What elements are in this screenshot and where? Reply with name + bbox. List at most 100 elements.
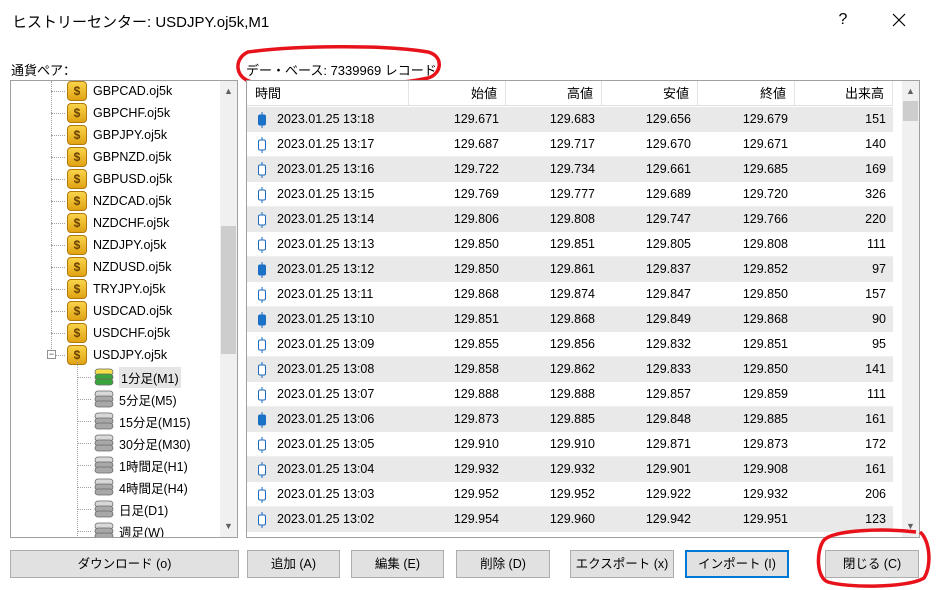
dollar-coin-icon: $ <box>67 103 87 123</box>
table-row[interactable]: 2023.01.25 13:07 129.888 129.888 129.857 129… <box>247 382 893 407</box>
time-cell: 2023.01.25 13:16 <box>247 157 409 182</box>
column-header[interactable]: 出来高 <box>795 81 893 106</box>
tree-symbol-item[interactable]: $ USDCHF.oj5k <box>67 322 170 344</box>
tree-branch-line <box>51 179 65 180</box>
tree-symbol-item[interactable]: $ NZDJPY.oj5k <box>67 234 166 256</box>
close-dialog-button[interactable]: 閉じる (C) <box>825 550 919 578</box>
tree-symbol-item[interactable]: $ TRYJPY.oj5k <box>67 278 166 300</box>
history-table[interactable]: 時間 始値 高値 安値 終値 出来高 2023.01.25 13:18 129.671 129… <box>246 80 920 538</box>
high-cell: 129.808 <box>506 207 602 232</box>
time-value: 2023.01.25 13:11 <box>277 287 374 301</box>
table-row[interactable]: 2023.01.25 13:06 129.873 129.885 129.848 129… <box>247 407 893 432</box>
table-row[interactable]: 2023.01.25 13:02 129.954 129.960 129.942 129… <box>247 507 893 532</box>
tree-symbol-label: USDJPY.oj5k <box>93 348 168 362</box>
add-button[interactable]: 追加 (A) <box>247 550 340 578</box>
table-scroll-thumb[interactable] <box>903 101 918 121</box>
tree-scroll-up-arrow[interactable]: ▲ <box>220 83 237 100</box>
table-row[interactable]: 2023.01.25 13:05 129.910 129.910 129.871 129… <box>247 432 893 457</box>
tree-timeframe-item[interactable]: 1時間足(H1) <box>93 454 188 476</box>
dollar-coin-icon: $ <box>67 147 87 167</box>
tree-symbol-item[interactable]: $ GBPNZD.oj5k <box>67 146 172 168</box>
time-cell: 2023.01.25 13:14 <box>247 207 409 232</box>
table-row[interactable]: 2023.01.25 13:03 129.952 129.952 129.922 129… <box>247 482 893 507</box>
low-cell: 129.805 <box>645 237 691 251</box>
table-row[interactable]: 2023.01.25 13:08 129.858 129.862 129.833 129… <box>247 357 893 382</box>
tree-symbol-item[interactable]: $ NZDCHF.oj5k <box>67 212 169 234</box>
bearish-candle-icon <box>258 486 266 503</box>
tree-branch-line <box>77 531 91 532</box>
high-cell: 129.683 <box>506 107 602 132</box>
tree-timeframe-label: 1分足(M1) <box>119 366 181 388</box>
tree-branch-line <box>51 135 65 136</box>
time-cell: 2023.01.25 13:04 <box>247 457 409 482</box>
open-cell: 129.722 <box>409 157 506 182</box>
tree-scroll-thumb[interactable] <box>221 226 236 354</box>
table-row[interactable]: 2023.01.25 13:16 129.722 129.734 129.661 129… <box>247 157 893 182</box>
low-cell: 129.670 <box>645 137 691 151</box>
table-row[interactable]: 2023.01.25 13:13 129.850 129.851 129.805 129… <box>247 232 893 257</box>
tree-symbol-item[interactable]: $ NZDCAD.oj5k <box>67 190 172 212</box>
table-row[interactable]: 2023.01.25 13:12 129.850 129.861 129.837 129… <box>247 257 893 282</box>
column-header[interactable]: 高値 <box>506 81 602 106</box>
column-header[interactable]: 始値 <box>409 81 506 106</box>
tree-symbol-item[interactable]: $ GBPUSD.oj5k <box>67 168 172 190</box>
table-row[interactable]: 2023.01.25 13:17 129.687 129.717 129.670 129… <box>247 132 893 157</box>
tree-symbol-item[interactable]: $ GBPCAD.oj5k <box>67 81 172 102</box>
close-cell: 129.720 <box>742 187 788 201</box>
tree-symbol-item[interactable]: $ USDCAD.oj5k <box>67 300 172 322</box>
tree-timeframe-item[interactable]: 週足(W) <box>93 520 164 537</box>
table-row[interactable]: 2023.01.25 13:14 129.806 129.808 129.747 129… <box>247 207 893 232</box>
tree-timeframe-label: 日足(D1) <box>119 503 169 518</box>
import-button[interactable]: インポート (I) <box>685 550 789 578</box>
table-row[interactable]: 2023.01.25 13:11 129.868 129.874 129.847 129… <box>247 282 893 307</box>
tree-symbol-item[interactable]: $ GBPJPY.oj5k <box>67 124 167 146</box>
table-scrollbar[interactable]: ▲ ▼ <box>902 81 919 537</box>
tree-timeframe-label: 30分足(M30) <box>119 437 191 452</box>
table-row[interactable]: 2023.01.25 13:18 129.671 129.683 129.656 129… <box>247 107 893 132</box>
database-stack-icon <box>94 478 114 496</box>
tree-timeframe-item[interactable]: 日足(D1) <box>93 498 168 520</box>
tree-timeframe-item[interactable]: 15分足(M15) <box>93 410 191 432</box>
tree-symbol-item[interactable]: $ USDJPY.oj5k <box>67 344 167 366</box>
open-cell: 129.910 <box>453 437 499 451</box>
tree-timeframe-item[interactable]: 5分足(M5) <box>93 388 177 410</box>
tree-symbol-label: GBPJPY.oj5k <box>93 128 168 142</box>
table-scroll-down-arrow[interactable]: ▼ <box>902 518 919 535</box>
tree-symbol-label: NZDUSD.oj5k <box>93 260 172 274</box>
tree-symbol-item[interactable]: $ NZDUSD.oj5k <box>67 256 172 278</box>
close-cell: 129.679 <box>698 107 795 132</box>
edit-button[interactable]: 編集 (E) <box>351 550 444 578</box>
table-row[interactable]: 2023.01.25 13:10 129.851 129.868 129.849 129… <box>247 307 893 332</box>
column-header[interactable]: 時間 <box>247 81 409 106</box>
volume-cell: 157 <box>865 287 886 301</box>
window-close-button[interactable] <box>878 6 920 34</box>
table-row[interactable]: 2023.01.25 13:15 129.769 129.777 129.689 129… <box>247 182 893 207</box>
column-header[interactable]: 安値 <box>602 81 698 106</box>
tree-timeframe-item[interactable]: 4時間足(H4) <box>93 476 188 498</box>
delete-button[interactable]: 削除 (D) <box>456 550 550 578</box>
tree-timeframe-item[interactable]: 30分足(M30) <box>93 432 191 454</box>
tree-timeframe-item[interactable]: 1分足(M1) <box>93 366 181 388</box>
table-scroll-up-arrow[interactable]: ▲ <box>902 83 919 100</box>
table-row[interactable]: 2023.01.25 13:09 129.855 129.856 129.832 129… <box>247 332 893 357</box>
symbol-tree[interactable]: ▲ ▼ $ GBPCAD.oj5k $ GBPCHF.oj5k $ GBPJPY.oj5k… <box>10 80 238 538</box>
time-value: 2023.01.25 13:03 <box>277 487 375 501</box>
tree-symbol-label: GBPUSD.oj5k <box>93 172 173 186</box>
tree-symbol-item[interactable]: $ GBPCHF.oj5k <box>67 102 170 124</box>
tree-collapse-toggle[interactable]: − <box>47 350 56 359</box>
volume-cell: 111 <box>866 387 886 401</box>
tree-scroll-down-arrow[interactable]: ▼ <box>220 518 237 535</box>
tree-branch-line <box>77 509 91 510</box>
export-button[interactable]: エクスポート (x) <box>570 550 674 578</box>
download-button[interactable]: ダウンロード (o) <box>10 550 239 578</box>
high-cell: 129.734 <box>506 157 602 182</box>
tree-branch-line <box>51 311 65 312</box>
close-cell: 129.951 <box>698 507 795 532</box>
low-cell: 129.833 <box>602 357 698 382</box>
dollar-coin-icon: $ <box>67 125 87 145</box>
help-button[interactable]: ? <box>826 6 860 34</box>
tree-scrollbar[interactable]: ▲ ▼ <box>220 81 237 537</box>
time-cell: 2023.01.25 13:10 <box>247 307 409 332</box>
table-row[interactable]: 2023.01.25 13:04 129.932 129.932 129.901 129… <box>247 457 893 482</box>
column-header[interactable]: 終値 <box>698 81 795 106</box>
